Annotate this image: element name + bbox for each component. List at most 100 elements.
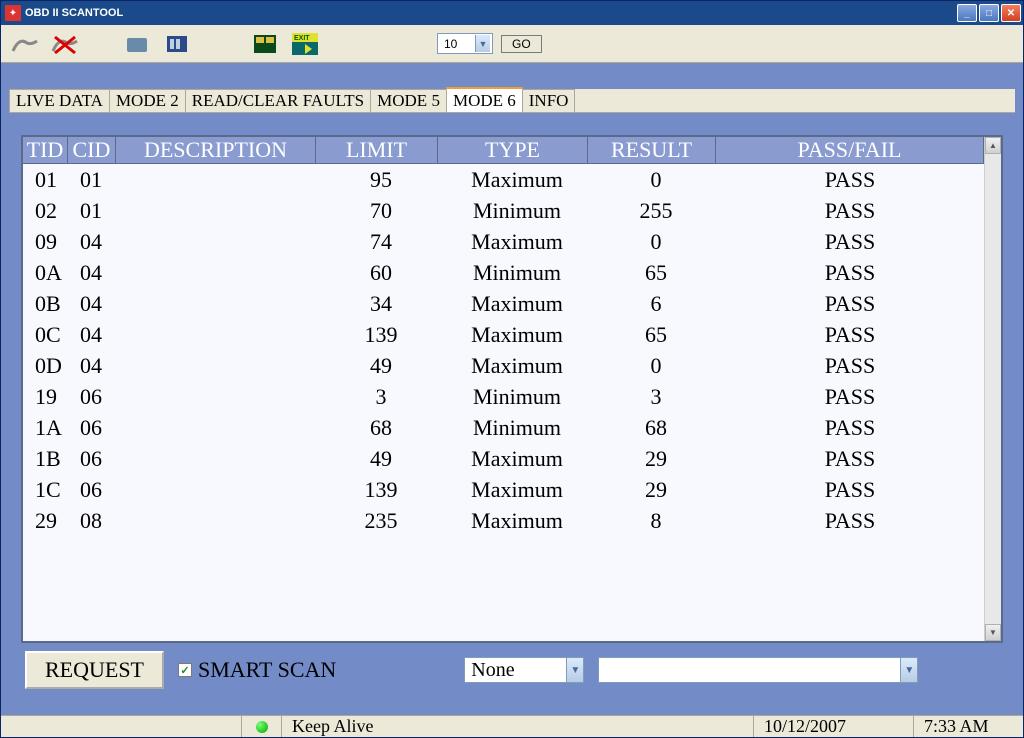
cell-limit: 139 (320, 319, 442, 350)
cell-cid: 06 (72, 474, 120, 505)
connect-icon[interactable] (9, 30, 41, 58)
tab-info[interactable]: INFO (522, 89, 576, 113)
cell-result: 65 (592, 257, 720, 288)
cell-limit: 235 (320, 505, 442, 536)
cell-type: Maximum (442, 288, 592, 319)
cell-type: Maximum (442, 505, 592, 536)
cell-type: Minimum (442, 412, 592, 443)
close-button[interactable]: ✕ (1001, 4, 1021, 22)
cell-description (120, 288, 320, 319)
tabstrip-filler (574, 89, 1015, 113)
cell-cid: 06 (72, 412, 120, 443)
cell-type: Maximum (442, 443, 592, 474)
cell-result: 29 (592, 443, 720, 474)
app-icon: ✦ (5, 5, 21, 21)
cell-passfail: PASS (720, 443, 980, 474)
table-row[interactable]: 0C04139Maximum65PASS (23, 319, 984, 350)
cell-passfail: PASS (720, 319, 980, 350)
cell-passfail: PASS (720, 412, 980, 443)
table-row[interactable]: 0A0460Minimum65PASS (23, 257, 984, 288)
cell-tid: 0D (27, 350, 72, 381)
table-row[interactable]: 2908235Maximum8PASS (23, 505, 984, 536)
cell-description (120, 412, 320, 443)
cell-passfail: PASS (720, 474, 980, 505)
table-row[interactable]: 090474Maximum0PASS (23, 226, 984, 257)
table-row[interactable]: 0D0449Maximum0PASS (23, 350, 984, 381)
cell-description (120, 195, 320, 226)
chevron-down-icon: ▼ (566, 658, 583, 682)
status-led-icon (256, 721, 268, 733)
statusbar: Keep Alive 10/12/2007 7:33 AM (1, 715, 1023, 737)
cell-result: 29 (592, 474, 720, 505)
cell-tid: 19 (27, 381, 72, 412)
cell-limit: 74 (320, 226, 442, 257)
cell-type: Maximum (442, 226, 592, 257)
cell-tid: 1C (27, 474, 72, 505)
go-button[interactable]: GO (501, 35, 542, 53)
cell-tid: 0A (27, 257, 72, 288)
cell-passfail: PASS (720, 257, 980, 288)
cell-result: 6 (592, 288, 720, 319)
exit-icon[interactable]: EXIT (289, 30, 321, 58)
table-body: 010195Maximum0PASS020170Minimum255PASS09… (23, 164, 984, 536)
cell-limit: 49 (320, 443, 442, 474)
scroll-down-icon[interactable]: ▼ (985, 624, 1001, 641)
cell-type: Minimum (442, 195, 592, 226)
col-passfail: PASS/FAIL (716, 137, 984, 163)
table-row[interactable]: 1B0649Maximum29PASS (23, 443, 984, 474)
tab-live-data[interactable]: LIVE DATA (9, 89, 110, 113)
module-icon[interactable] (249, 30, 281, 58)
table-row[interactable]: 1C06139Maximum29PASS (23, 474, 984, 505)
minimize-button[interactable]: _ (957, 4, 977, 22)
smart-scan-checkbox[interactable]: ✓ SMART SCAN (178, 657, 336, 683)
cell-limit: 70 (320, 195, 442, 226)
table-row[interactable]: 020170Minimum255PASS (23, 195, 984, 226)
cell-result: 255 (592, 195, 720, 226)
cell-description (120, 474, 320, 505)
filter-dropdown-1[interactable]: None ▼ (464, 657, 584, 683)
col-description: DESCRIPTION (116, 137, 316, 163)
tab-mode-5[interactable]: MODE 5 (370, 89, 447, 113)
cell-result: 8 (592, 505, 720, 536)
cell-tid: 0B (27, 288, 72, 319)
tab-mode-6[interactable]: MODE 6 (446, 87, 523, 113)
disconnect-icon[interactable] (49, 30, 81, 58)
maximize-button[interactable]: □ (979, 4, 999, 22)
table-row[interactable]: 0B0434Maximum6PASS (23, 288, 984, 319)
cell-cid: 04 (72, 226, 120, 257)
cell-type: Minimum (442, 257, 592, 288)
status-message: Keep Alive (281, 716, 753, 737)
filter-dropdown-2[interactable]: ▼ (598, 657, 918, 683)
table-row[interactable]: 19063Minimum3PASS (23, 381, 984, 412)
col-tid: TID (23, 137, 68, 163)
speed-combo-value: 10 (444, 37, 457, 51)
col-type: TYPE (438, 137, 588, 163)
folder-icon[interactable] (121, 30, 153, 58)
cell-tid: 29 (27, 505, 72, 536)
cell-limit: 34 (320, 288, 442, 319)
results-table: TID CID DESCRIPTION LIMIT TYPE RESULT PA… (21, 135, 1003, 643)
settings-icon[interactable] (161, 30, 193, 58)
tab-read-clear-faults[interactable]: READ/CLEAR FAULTS (185, 89, 371, 113)
cell-description (120, 350, 320, 381)
cell-limit: 49 (320, 350, 442, 381)
table-row[interactable]: 010195Maximum0PASS (23, 164, 984, 195)
col-limit: LIMIT (316, 137, 438, 163)
status-time: 7:33 AM (913, 716, 1023, 737)
cell-type: Maximum (442, 474, 592, 505)
request-button[interactable]: REQUEST (25, 651, 164, 689)
tab-mode-2[interactable]: MODE 2 (109, 89, 186, 113)
cell-passfail: PASS (720, 195, 980, 226)
speed-combo[interactable]: 10 ▼ (437, 33, 493, 54)
app-window: ✦ OBD II SCANTOOL _ □ ✕ EXIT 10 (0, 0, 1024, 738)
cell-result: 0 (592, 350, 720, 381)
cell-passfail: PASS (720, 381, 980, 412)
vertical-scrollbar[interactable]: ▲ ▼ (984, 137, 1001, 641)
table-row[interactable]: 1A0668Minimum68PASS (23, 412, 984, 443)
cell-tid: 09 (27, 226, 72, 257)
scroll-up-icon[interactable]: ▲ (985, 137, 1001, 154)
cell-type: Minimum (442, 381, 592, 412)
filter-1-value: None (465, 659, 566, 682)
cell-passfail: PASS (720, 350, 980, 381)
cell-description (120, 505, 320, 536)
